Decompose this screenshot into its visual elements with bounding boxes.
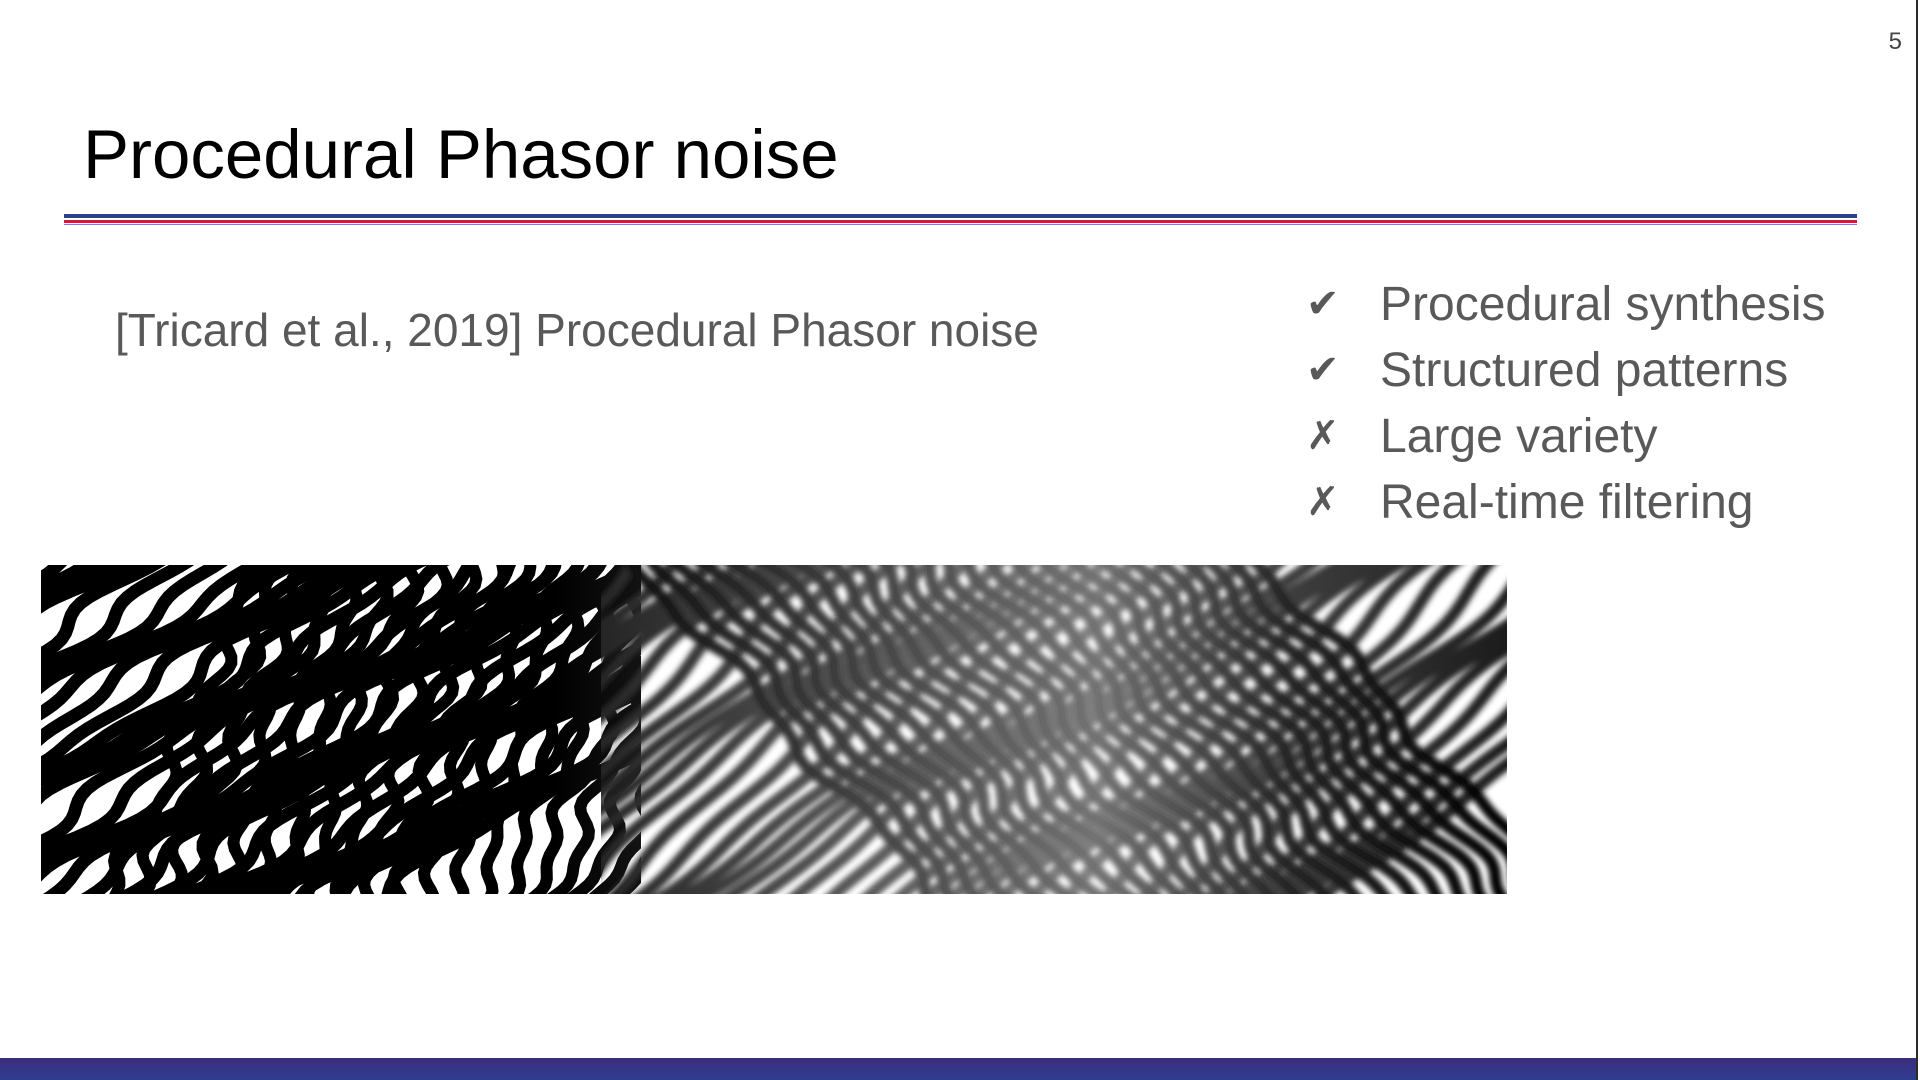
check-icon: ✔ (1306, 348, 1340, 392)
page-number: 5 (1888, 28, 1902, 55)
footer-bar (0, 1058, 1916, 1080)
title-divider-red-line (64, 220, 1857, 223)
slide-title: Procedural Phasor noise (83, 116, 839, 193)
check-icon: ✔ (1306, 282, 1340, 326)
title-divider-blue-line (64, 214, 1857, 218)
feature-item: ✔ Structured patterns (1300, 337, 1826, 403)
slide-right-edge (1916, 0, 1918, 1080)
cross-icon: ✗ (1306, 414, 1340, 458)
feature-item: ✗ Large variety (1300, 403, 1826, 469)
feature-label: Structured patterns (1380, 343, 1789, 397)
feature-checklist: ✔ Procedural synthesis ✔ Structured patt… (1300, 271, 1826, 535)
title-divider (64, 214, 1857, 225)
feature-item: ✔ Procedural synthesis (1300, 271, 1826, 337)
feature-label: Procedural synthesis (1380, 277, 1826, 331)
feature-label: Real-time filtering (1380, 475, 1754, 529)
slide: 5 Procedural Phasor noise [Tricard et al… (0, 0, 1920, 1080)
phasor-noise-image (41, 565, 1507, 894)
title-divider-blue-thin-line (64, 224, 1857, 225)
feature-item: ✗ Real-time filtering (1300, 469, 1826, 535)
cross-icon: ✗ (1306, 480, 1340, 524)
phasor-noise-pattern-icon (41, 565, 1507, 894)
citation-text: [Tricard et al., 2019] Procedural Phasor… (115, 304, 1039, 356)
feature-label: Large variety (1380, 409, 1658, 463)
